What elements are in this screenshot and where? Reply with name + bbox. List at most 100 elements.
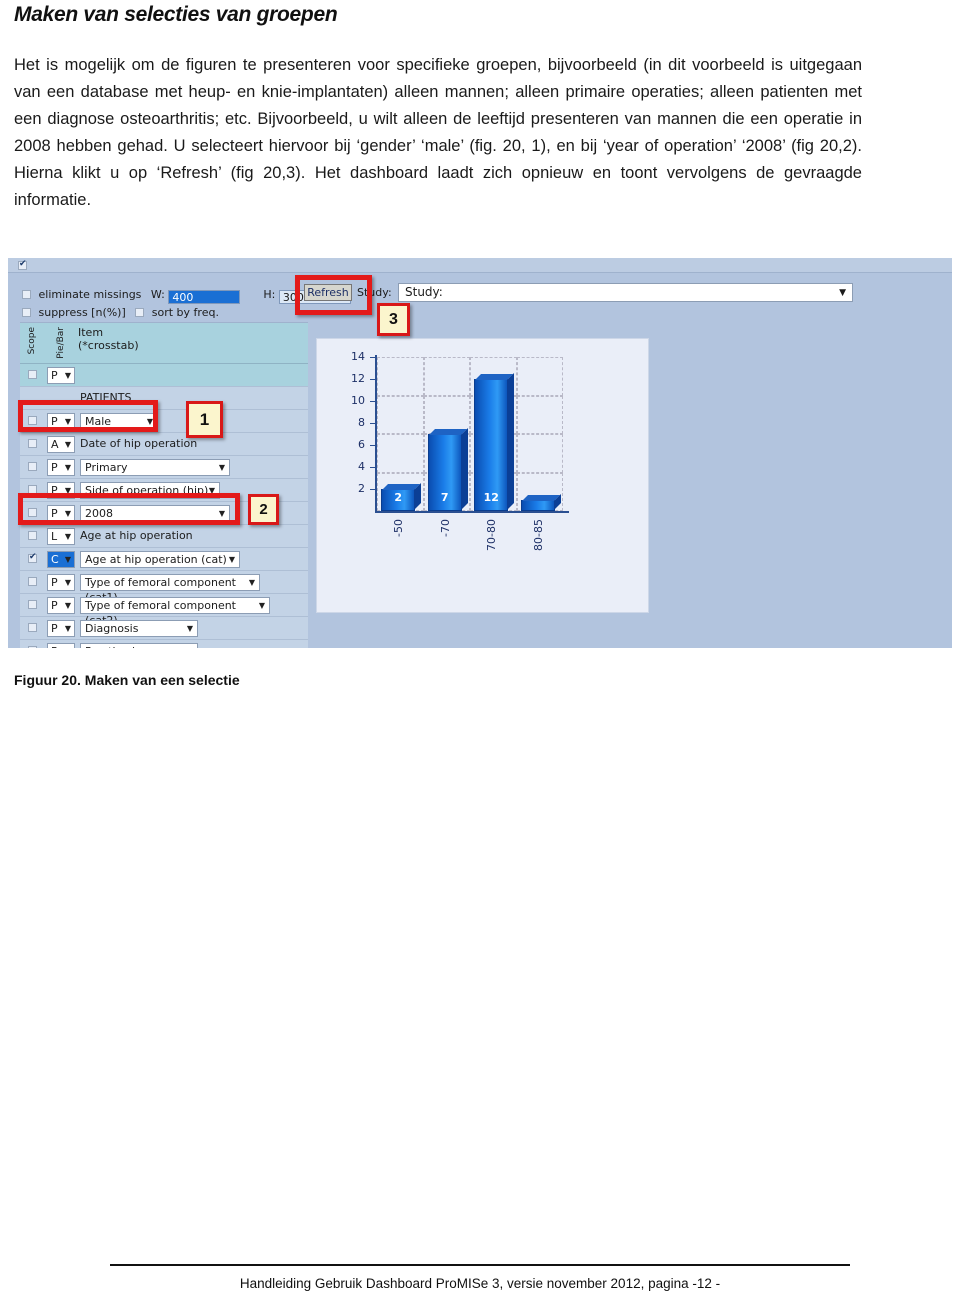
- body-text: Het is mogelijk om de figuren te present…: [14, 52, 862, 214]
- row-scope-checkbox[interactable]: [28, 600, 37, 609]
- grid-header-scope: Scope: [27, 327, 37, 355]
- row-scope-checkbox[interactable]: [28, 623, 37, 632]
- grid-header: Scope Pie/Bar Item (*crosstab): [20, 323, 308, 364]
- y-axis-tick-label: 2: [358, 482, 365, 495]
- row-scope-checkbox[interactable]: [28, 370, 37, 379]
- row-item-value: Prosthesis: [85, 645, 141, 648]
- row-item-select[interactable]: Type of femoral component (cat1)▼: [80, 574, 260, 604]
- row-scope-checkbox[interactable]: [28, 646, 37, 648]
- row-item-select[interactable]: Prosthesis ▼: [80, 643, 198, 648]
- grid-row[interactable]: C▼Age at hip operation (cat)▼: [20, 548, 308, 571]
- row-type-select[interactable]: C ▼: [47, 551, 75, 568]
- study-select[interactable]: Study: ▼: [398, 283, 853, 302]
- suppress-label: suppress [n(%)]: [38, 306, 126, 319]
- grid-row[interactable]: P ▼ Diagnosis ▼: [20, 617, 308, 640]
- row-item-select[interactable]: Primary ▼: [80, 459, 230, 476]
- row-type-value: P: [51, 599, 58, 612]
- grid-row[interactable]: A ▼ Date of hip operation: [20, 433, 308, 456]
- callout-2: 2: [248, 494, 279, 525]
- y-axis-tick-label: 4: [358, 460, 365, 473]
- eliminate-missings-checkbox[interactable]: [22, 290, 31, 299]
- chevron-down-icon: ▼: [64, 371, 71, 380]
- chevron-down-icon: ▼: [839, 288, 846, 298]
- chevron-down-icon: ▼: [64, 578, 71, 587]
- x-axis-tick-label: 70-80: [485, 519, 499, 551]
- chart-bar-value-label: 7: [440, 491, 449, 504]
- callout-3-number: 3: [389, 311, 398, 328]
- highlight-box-refresh: [295, 275, 372, 315]
- chevron-down-icon: ▼: [258, 601, 265, 610]
- row-scope-checkbox[interactable]: [28, 531, 37, 540]
- row-type-value: A: [51, 438, 59, 451]
- grid-header-item-line2: (*crosstab): [78, 339, 139, 352]
- chevron-down-icon: ▼: [64, 555, 71, 564]
- y-axis-tick-label: 14: [351, 350, 365, 363]
- row-scope-checkbox[interactable]: [28, 577, 37, 586]
- eliminate-missings-label: eliminate missings: [38, 288, 142, 301]
- row-type-select[interactable]: P▼: [47, 367, 75, 384]
- body-paragraph: Het is mogelijk om de figuren te present…: [14, 56, 862, 209]
- row-type-select[interactable]: P▼: [47, 620, 75, 637]
- grid-row[interactable]: P ▼: [20, 364, 308, 387]
- chart-bar-side: [460, 428, 468, 510]
- callout-3: 3: [377, 303, 410, 336]
- row-item-select[interactable]: Diagnosis ▼: [80, 620, 198, 637]
- variable-grid[interactable]: Scope Pie/Bar Item (*crosstab) P ▼ PATIENT…: [20, 322, 308, 648]
- chevron-down-icon: ▼: [187, 644, 193, 648]
- y-axis-tick: [370, 445, 375, 446]
- footer-divider: [110, 1264, 850, 1266]
- row-scope-checkbox[interactable]: [28, 462, 37, 471]
- chart-gridline: [516, 357, 563, 396]
- y-axis-tick-label: 8: [358, 416, 365, 429]
- chevron-down-icon: ▼: [186, 624, 193, 633]
- grid-row[interactable]: P▼ Prosthesis ▼: [20, 640, 308, 648]
- row-type-select[interactable]: A ▼: [47, 436, 75, 453]
- chevron-down-icon: ▼: [64, 440, 71, 449]
- row-type-select[interactable]: P▼: [47, 597, 75, 614]
- embedded-screenshot: eliminate missings W: 400 H: 300 suppres…: [8, 258, 952, 648]
- row-scope-checkbox[interactable]: [28, 551, 37, 563]
- row-type-select[interactable]: P▼: [47, 574, 75, 591]
- highlight-box-year: [18, 493, 240, 525]
- y-axis-tick: [370, 423, 375, 424]
- row-item-select[interactable]: Age at hip operation (cat) ▼: [80, 551, 240, 568]
- row-item-value: Age at hip operation (cat): [85, 553, 227, 566]
- x-axis-tick-label: -70: [438, 519, 452, 537]
- sort-by-freq-checkbox[interactable]: [135, 308, 145, 317]
- row-type-value: P: [51, 369, 58, 382]
- y-axis-tick: [370, 379, 375, 380]
- row-item-value: Primary: [85, 461, 128, 474]
- suppress-checkbox[interactable]: [22, 308, 31, 317]
- row-scope-checkbox[interactable]: [28, 439, 37, 448]
- width-input[interactable]: 400: [168, 290, 241, 304]
- grid-header-item-line1: Item: [78, 326, 104, 339]
- y-axis-tick: [370, 357, 375, 358]
- footer-text: Handleiding Gebruik Dashboard ProMISe 3,…: [239, 1276, 721, 1291]
- chevron-down-icon: ▼: [228, 555, 235, 564]
- width-label: W:: [150, 288, 165, 301]
- grid-row[interactable]: P▼Type of femoral component (cat1)▼: [20, 571, 308, 604]
- highlight-box-gender: [18, 400, 158, 432]
- row-type-value: C: [51, 553, 59, 566]
- row-type-value: P: [51, 576, 58, 589]
- row-type-select[interactable]: P▼: [47, 459, 75, 476]
- chart-bar-value-label: 12: [483, 491, 499, 504]
- study-select-value: Study:: [405, 285, 443, 299]
- chart-bar: 2: [381, 483, 422, 511]
- row-type-select[interactable]: P▼: [47, 643, 75, 648]
- y-axis-tick-label: 10: [351, 394, 365, 407]
- grid-row[interactable]: P ▼ Primary ▼: [20, 456, 308, 479]
- chart-panel: 2 4 6 8 10 12 14 2 -50 7 -70 12 70-80 80-85: [316, 338, 649, 613]
- master-checkbox[interactable]: [18, 258, 27, 270]
- chart-bar-value-label: 2: [394, 491, 403, 504]
- chart-bar: [520, 494, 561, 511]
- row-item-select[interactable]: Type of femoral component (cat2)▼: [80, 597, 270, 627]
- chevron-down-icon: ▼: [65, 644, 71, 648]
- grid-row[interactable]: P▼Type of femoral component (cat2)▼: [20, 594, 308, 627]
- x-axis-tick-label: -50: [392, 519, 406, 537]
- chevron-down-icon: ▼: [64, 463, 71, 472]
- row-item-value: Diagnosis: [85, 622, 139, 635]
- grid-row[interactable]: L ▼ Age at hip operation: [20, 525, 308, 548]
- row-type-select[interactable]: L ▼: [47, 528, 75, 545]
- page-title: Maken van selecties van groepen: [14, 3, 338, 26]
